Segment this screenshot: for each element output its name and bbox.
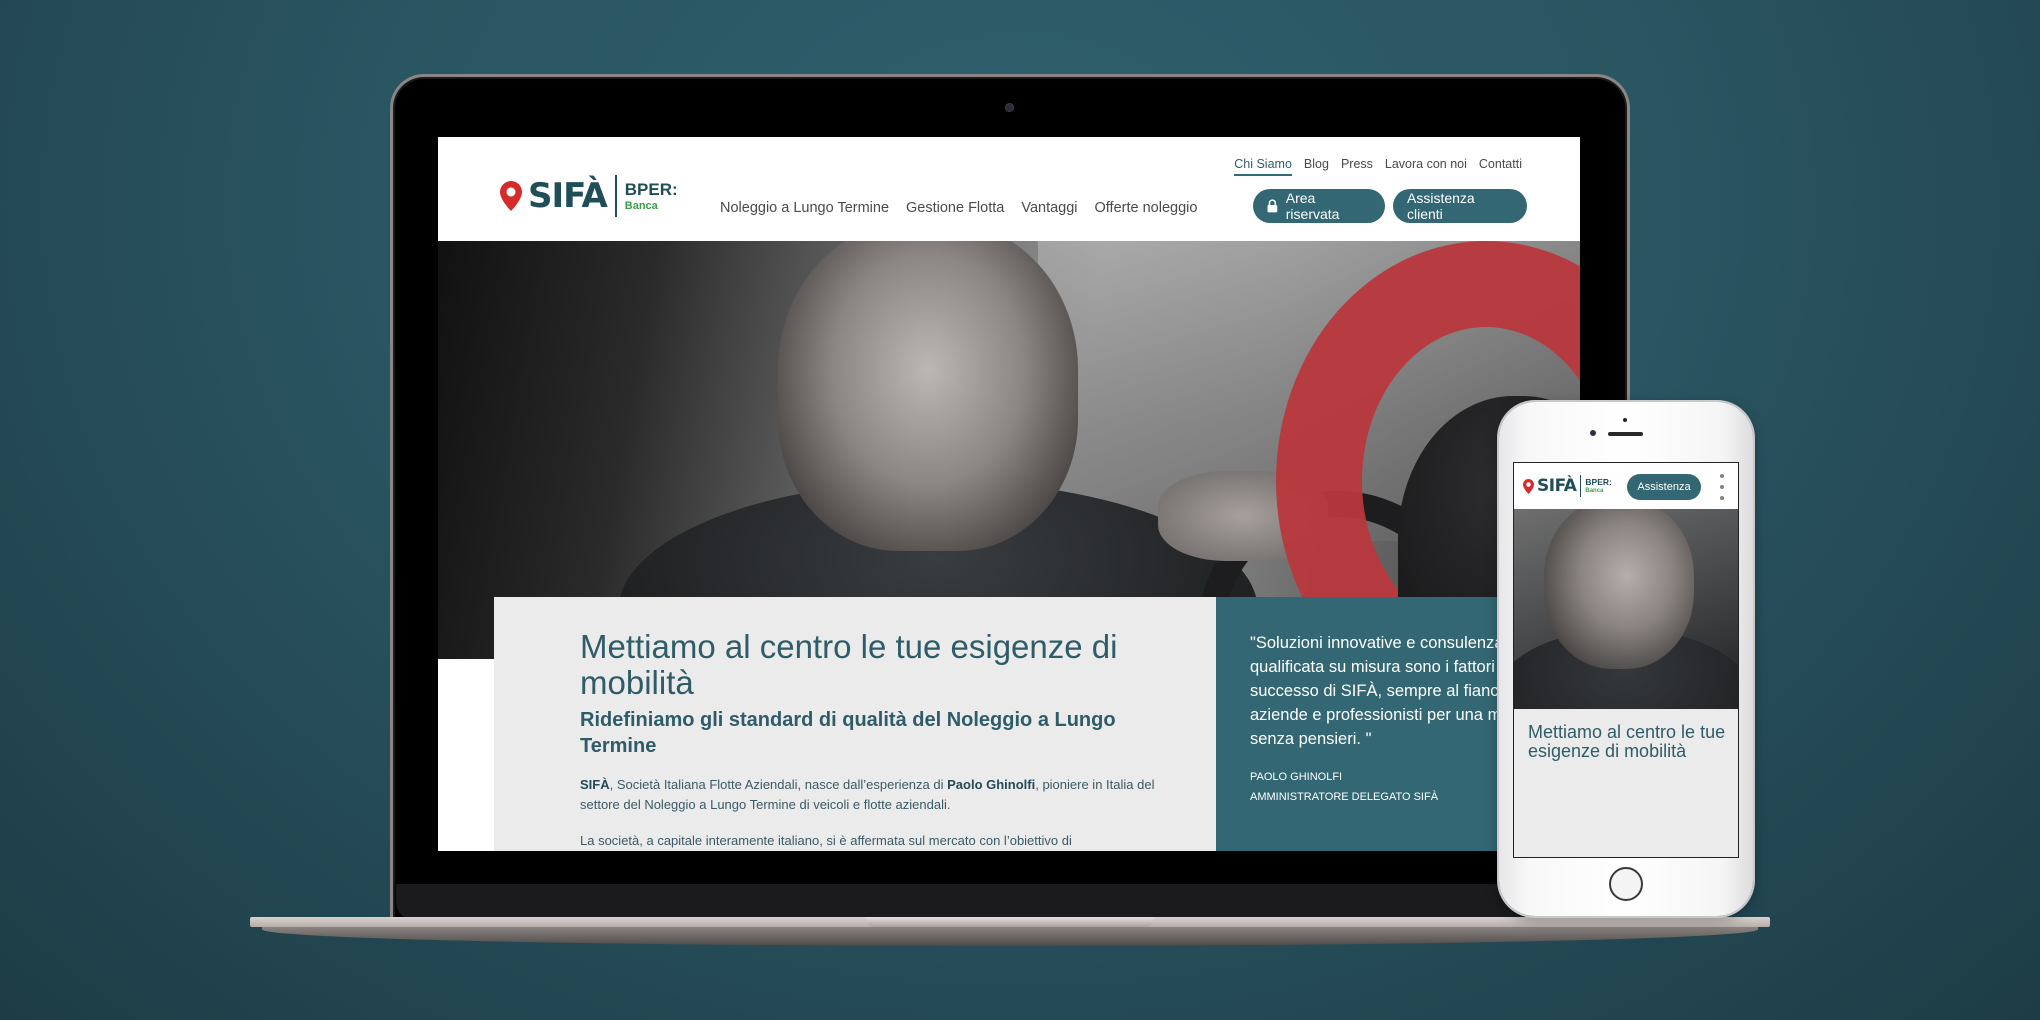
assistenza-clienti-button[interactable]: Assistenza clienti: [1393, 189, 1527, 223]
mobile-brand-logo[interactable]: SIFÀ BPER: Banca: [1523, 475, 1612, 497]
phone-speaker: [1608, 432, 1643, 436]
content-left-strip: [438, 659, 494, 851]
desktop-website: SIFÀ BPER: Banca Noleggio a Lungo Termin…: [438, 137, 1580, 851]
nav-item-vantaggi[interactable]: Vantaggi: [1021, 200, 1077, 216]
map-pin-icon: [500, 181, 522, 211]
top-link-contatti[interactable]: Contatti: [1479, 157, 1522, 176]
map-pin-icon: [1523, 478, 1534, 494]
assistenza-clienti-label: Assistenza clienti: [1407, 190, 1475, 222]
brand-logo[interactable]: SIFÀ BPER: Banca: [500, 175, 678, 217]
strong-sifa: SIFÀ: [580, 777, 610, 792]
lock-icon: [1267, 199, 1278, 213]
mobile-logo-divider: [1580, 475, 1582, 497]
nav-item-noleggio[interactable]: Noleggio a Lungo Termine: [720, 200, 889, 216]
laptop-base-lower: [262, 926, 1758, 946]
main-nav: Noleggio a Lungo Termine Gestione Flotta…: [720, 200, 1197, 216]
partner-logo: BPER: Banca: [625, 181, 678, 212]
intro-content: Mettiamo al centro le tue esigenze di mo…: [494, 597, 1216, 851]
partner-subname: Banca: [624, 199, 658, 212]
top-link-press[interactable]: Press: [1341, 157, 1373, 176]
top-links: Chi Siamo Blog Press Lavora con noi Cont…: [1234, 157, 1522, 176]
mobile-intro-content: Mettiamo al centro le tue esigenze di mo…: [1514, 709, 1738, 857]
phone-home-button: [1609, 867, 1643, 901]
mobile-assistenza-button[interactable]: Assistenza: [1627, 474, 1701, 500]
site-header: SIFÀ BPER: Banca Noleggio a Lungo Termin…: [438, 137, 1580, 241]
mobile-headline: Mettiamo al centro le tue esigenze di mo…: [1528, 722, 1726, 761]
mobile-partner-logo: BPER: Banca: [1585, 478, 1611, 495]
mobile-header: SIFÀ BPER: Banca Assistenza: [1514, 463, 1738, 509]
phone-sensor: [1623, 418, 1627, 422]
area-riservata-label: Area riservata: [1285, 190, 1340, 222]
strong-paolo-ghinolfi: Paolo Ghinolfi: [947, 777, 1036, 792]
intro-paragraph-2: La società, a capitale interamente itali…: [580, 833, 1072, 848]
page-headline: Mettiamo al centro le tue esigenze di mo…: [580, 628, 1118, 701]
mobile-hero-image: [1514, 509, 1738, 709]
page-subheadline: Ridefiniamo gli standard di qualità del …: [580, 709, 1116, 757]
brand-name: SIFÀ: [528, 176, 608, 216]
laptop-camera: [1006, 104, 1013, 111]
laptop-notch: [866, 917, 1154, 927]
mobile-partner-subname: Banca: [1585, 488, 1604, 495]
hero-person-head: [778, 241, 1078, 551]
phone-camera: [1590, 430, 1596, 436]
intro-paragraph: SIFÀ, Società Italiana Flotte Aziendali,…: [580, 775, 1176, 815]
phone-frame: SIFÀ BPER: Banca Assistenza Mettiamo al …: [1499, 402, 1753, 916]
nav-item-gestione-flotta[interactable]: Gestione Flotta: [906, 200, 1004, 216]
mobile-website: SIFÀ BPER: Banca Assistenza Mettiamo al …: [1513, 462, 1739, 858]
paragraph-text: , Società Italiana Flotte Aziendali, nas…: [609, 777, 948, 792]
nav-item-offerte[interactable]: Offerte noleggio: [1095, 200, 1198, 216]
mobile-brand-name: SIFÀ: [1537, 476, 1577, 496]
logo-divider: [614, 175, 617, 217]
mobile-hero-face: [1544, 509, 1694, 669]
top-link-blog[interactable]: Blog: [1304, 157, 1329, 176]
laptop-chin: [396, 884, 1624, 920]
kebab-menu-icon[interactable]: [1718, 474, 1726, 500]
top-link-chi-siamo[interactable]: Chi Siamo: [1234, 157, 1292, 176]
mobile-partner-name: BPER:: [1585, 476, 1612, 487]
partner-name: BPER:: [624, 179, 678, 199]
area-riservata-button[interactable]: Area riservata: [1253, 189, 1385, 223]
top-link-lavora[interactable]: Lavora con noi: [1385, 157, 1467, 176]
